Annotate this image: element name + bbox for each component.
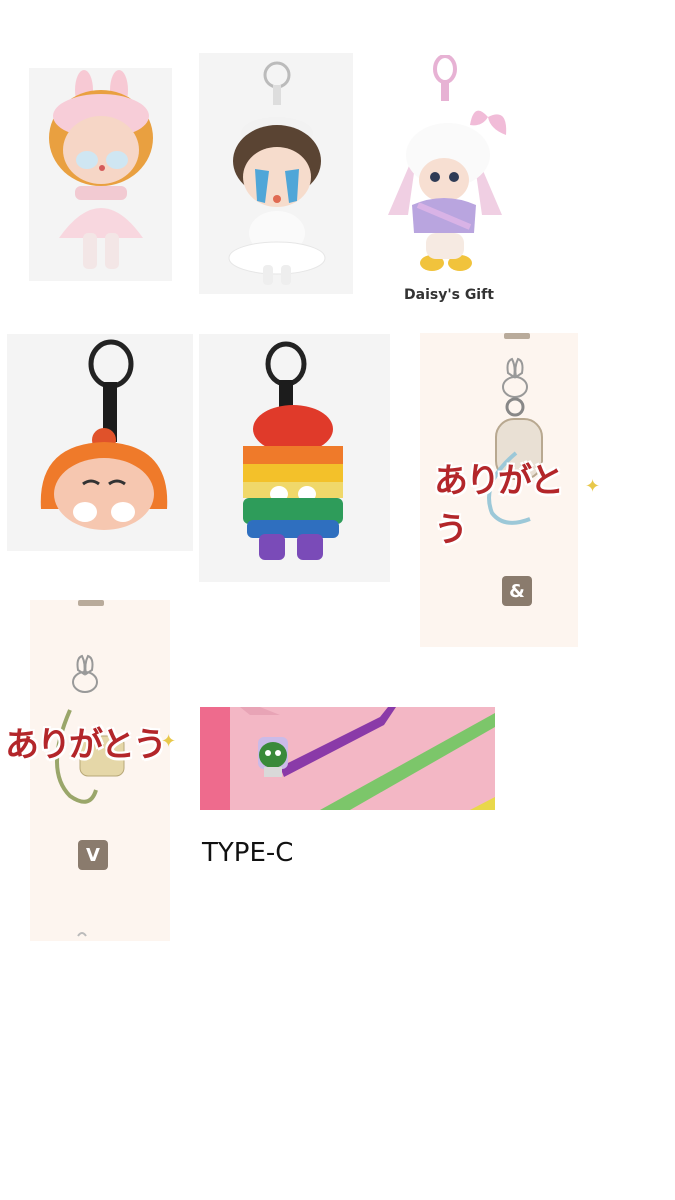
sparkle-icon: ✦ — [161, 731, 177, 751]
product-tile-bunny-ballerina[interactable] — [29, 68, 172, 281]
bunny-charm-strap-icon — [55, 600, 125, 937]
sparkle-icon: ✦ — [585, 476, 601, 496]
thanks-text: ありがとう — [434, 461, 564, 550]
product-tile-white-ballerina[interactable] — [199, 53, 353, 294]
item-caption: Daisy's Gift — [404, 287, 494, 303]
product-tile-type-c-cable[interactable] — [200, 707, 495, 810]
type-c-cable-character-icon — [200, 707, 495, 810]
letter-badge: V — [78, 840, 108, 870]
plush-doll-white-tutu-icon — [228, 61, 326, 285]
product-tile-rainbow-keychain[interactable] — [199, 334, 390, 582]
product-tile-daisy-gift[interactable]: Daisy's Gift — [378, 55, 523, 310]
plush-head-keychain-orange-icon — [40, 339, 168, 530]
item-caption: TYPE-C — [202, 838, 294, 868]
product-tile-orange-keychain[interactable] — [7, 334, 193, 551]
product-tile-charm-ampersand[interactable]: ありがとう ✦ & — [420, 333, 578, 647]
thanks-text: ありがとう — [5, 725, 167, 765]
letter-badge: & — [502, 576, 532, 606]
plush-doll-keychain-rainbow-icon — [243, 341, 343, 560]
plush-doll-daisy-duck-icon — [388, 55, 507, 271]
product-tile-charm-v[interactable]: V — [30, 600, 170, 941]
plush-doll-pink-bunny-ears-icon — [49, 70, 153, 269]
